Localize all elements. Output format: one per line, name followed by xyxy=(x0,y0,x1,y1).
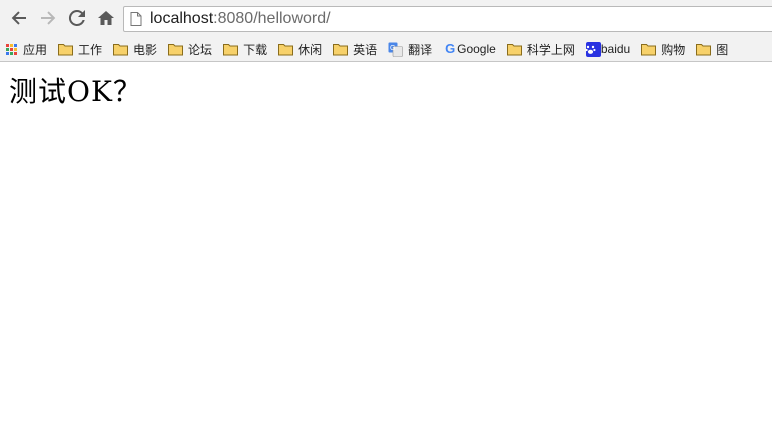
page-heading: 测试OK？ xyxy=(9,75,142,108)
folder-icon xyxy=(333,43,349,55)
bookmark-label: 翻译 xyxy=(408,42,433,57)
bookmark-folder-more[interactable]: 图 xyxy=(696,41,728,58)
reload-button[interactable] xyxy=(64,5,90,31)
folder-icon xyxy=(696,43,712,55)
bookmark-label: 科学上网 xyxy=(526,42,575,57)
google-icon: G xyxy=(445,41,456,56)
bookmark-folder-work[interactable]: 工作 xyxy=(58,41,102,58)
forward-button[interactable] xyxy=(35,5,61,31)
bookmark-label: 购物 xyxy=(661,42,686,57)
folder-icon xyxy=(223,43,239,55)
bookmark-folder-science[interactable]: 科学上网 xyxy=(506,41,575,58)
bookmark-folder-forums[interactable]: 论坛 xyxy=(168,41,212,58)
forward-arrow-icon xyxy=(41,11,56,25)
url-path: :8080/helloword/ xyxy=(213,10,331,27)
back-button[interactable] xyxy=(6,5,32,31)
bookmark-label: 应用 xyxy=(23,42,48,57)
bookmark-label: 休闲 xyxy=(298,42,323,57)
bookmark-folder-english[interactable]: 英语 xyxy=(333,41,377,58)
folder-icon xyxy=(641,43,657,55)
bookmark-folder-shopping[interactable]: 购物 xyxy=(641,41,685,58)
bookmark-translate[interactable]: G 翻译 xyxy=(388,41,432,58)
baidu-paw-icon xyxy=(585,41,601,57)
folder-icon xyxy=(58,43,74,55)
bookmark-label: 下载 xyxy=(243,42,268,57)
page-content: 测试OK？ xyxy=(0,62,772,110)
apps-grid-icon xyxy=(6,43,17,55)
url-host: localhost xyxy=(150,10,214,27)
bookmark-baidu[interactable]: baidu xyxy=(585,41,631,57)
bookmark-label: 工作 xyxy=(78,42,103,57)
folder-icon xyxy=(168,43,184,55)
folder-icon xyxy=(506,43,522,55)
home-icon xyxy=(98,11,114,25)
reload-icon xyxy=(68,9,85,26)
bookmark-label: 英语 xyxy=(353,42,378,57)
bookmark-label: 电影 xyxy=(133,42,158,57)
bookmark-label: Google xyxy=(457,42,496,56)
page-document-icon xyxy=(130,12,142,26)
bookmark-label: 论坛 xyxy=(188,42,213,57)
back-arrow-icon xyxy=(11,11,26,25)
folder-icon xyxy=(113,43,129,55)
url-text[interactable]: localhost:8080/helloword/ xyxy=(150,10,331,28)
bookmark-folder-movies[interactable]: 电影 xyxy=(113,41,157,58)
bookmarks-bar: 应用 工作 电影 论坛 下载 休闲 英语 G 翻译 G Google 科学上网 … xyxy=(0,36,772,62)
folder-icon xyxy=(278,43,294,55)
translate-icon: G xyxy=(388,42,403,57)
address-bar[interactable]: localhost:8080/helloword/ xyxy=(123,6,772,32)
bookmark-folder-leisure[interactable]: 休闲 xyxy=(278,41,322,58)
svg-text:G: G xyxy=(390,45,395,52)
bookmark-folder-downloads[interactable]: 下载 xyxy=(223,41,267,58)
browser-chrome: localhost:8080/helloword/ 应用 工作 电影 论坛 下载 xyxy=(0,0,772,62)
home-button[interactable] xyxy=(93,5,119,31)
bookmark-label: baidu xyxy=(600,42,631,56)
bookmark-apps[interactable]: 应用 xyxy=(6,41,47,58)
bookmark-google[interactable]: G Google xyxy=(443,41,496,57)
bookmark-label: 图 xyxy=(716,42,729,57)
